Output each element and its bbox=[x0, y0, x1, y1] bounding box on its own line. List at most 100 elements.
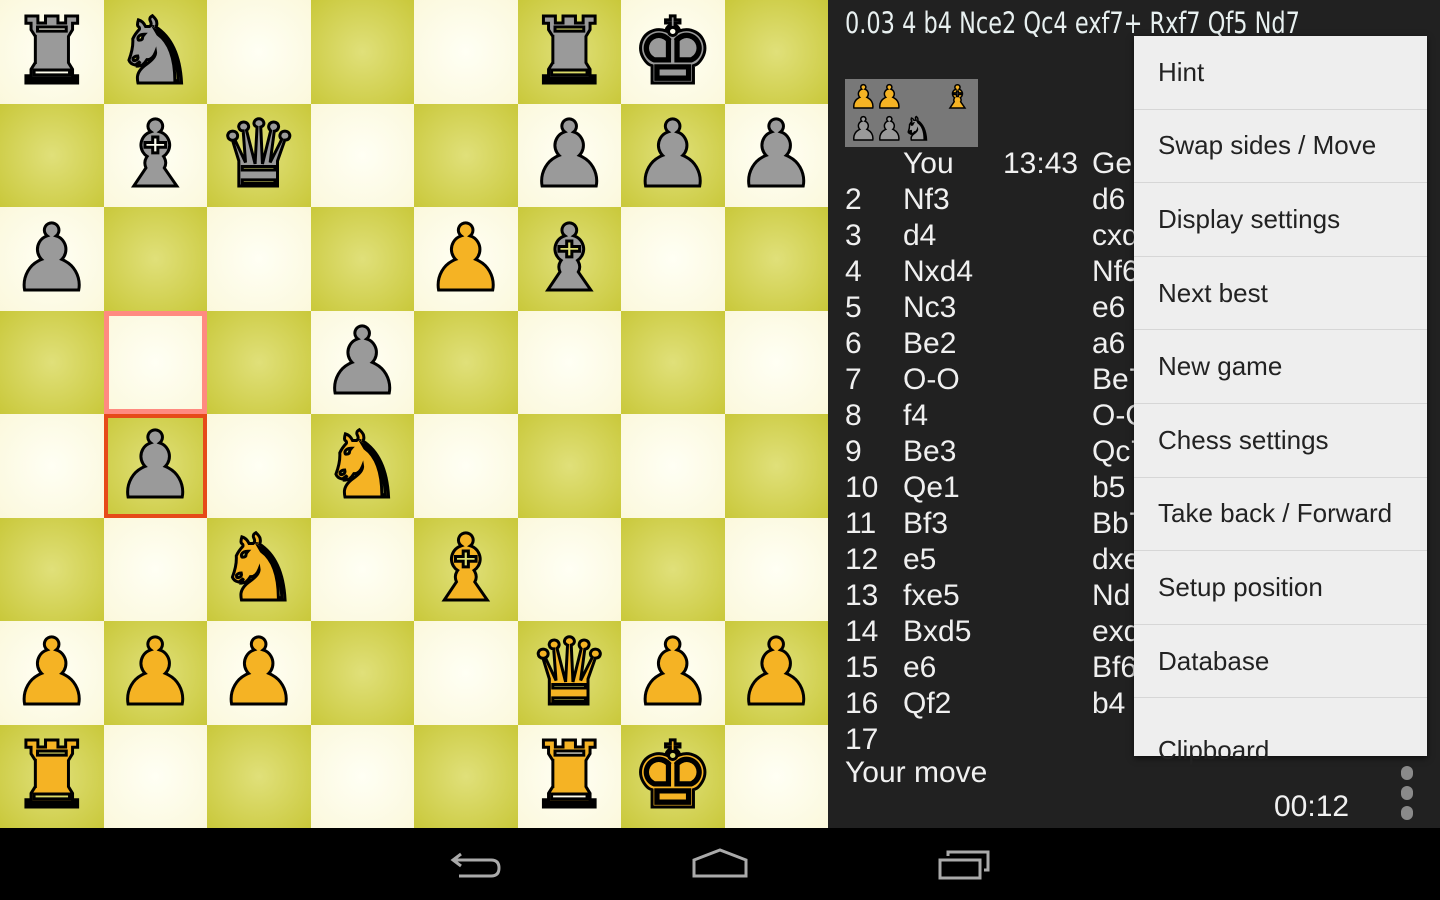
menu-item-clipboard[interactable]: Clipboard bbox=[1134, 698, 1427, 772]
square-h7[interactable]: ♟ bbox=[724, 103, 828, 207]
black-pawn-icon[interactable]: ♟ bbox=[630, 107, 716, 202]
square-b6[interactable] bbox=[103, 207, 207, 311]
black-rook-icon[interactable]: ♜ bbox=[526, 4, 612, 99]
black-rook-icon[interactable]: ♜ bbox=[9, 4, 95, 99]
white-pawn-icon[interactable]: ♟ bbox=[630, 625, 716, 720]
white-pawn-icon[interactable]: ♟ bbox=[112, 625, 198, 720]
black-pawn-icon[interactable]: ♟ bbox=[319, 314, 405, 409]
square-f8[interactable]: ♜ bbox=[517, 0, 621, 104]
square-c8[interactable] bbox=[207, 0, 311, 104]
square-h4[interactable] bbox=[724, 414, 828, 518]
square-a2[interactable]: ♟ bbox=[0, 621, 104, 725]
white-pawn-icon[interactable]: ♟ bbox=[9, 625, 95, 720]
black-queen-icon[interactable]: ♛ bbox=[216, 107, 302, 202]
square-b1[interactable] bbox=[103, 724, 207, 828]
square-e5[interactable] bbox=[414, 310, 518, 414]
square-e7[interactable] bbox=[414, 103, 518, 207]
square-c2[interactable]: ♟ bbox=[207, 621, 311, 725]
square-d4[interactable]: ♞ bbox=[310, 414, 414, 518]
square-c4[interactable] bbox=[207, 414, 311, 518]
square-c7[interactable]: ♛ bbox=[207, 103, 311, 207]
white-pawn-icon[interactable]: ♟ bbox=[733, 625, 819, 720]
square-g5[interactable] bbox=[621, 310, 725, 414]
square-c3[interactable]: ♞ bbox=[207, 517, 311, 621]
square-f5[interactable] bbox=[517, 310, 621, 414]
square-f6[interactable]: ♝ bbox=[517, 207, 621, 311]
square-f3[interactable] bbox=[517, 517, 621, 621]
square-g2[interactable]: ♟ bbox=[621, 621, 725, 725]
square-g1[interactable]: ♚ bbox=[621, 724, 725, 828]
square-a4[interactable] bbox=[0, 414, 104, 518]
white-pawn-icon[interactable]: ♟ bbox=[423, 211, 509, 306]
square-g4[interactable] bbox=[621, 414, 725, 518]
square-c6[interactable] bbox=[207, 207, 311, 311]
square-e4[interactable] bbox=[414, 414, 518, 518]
back-icon[interactable] bbox=[447, 846, 507, 882]
square-f2[interactable]: ♛ bbox=[517, 621, 621, 725]
square-d2[interactable] bbox=[310, 621, 414, 725]
black-knight-icon[interactable]: ♞ bbox=[112, 4, 198, 99]
menu-item-hint[interactable]: Hint bbox=[1134, 36, 1427, 110]
white-pawn-icon[interactable]: ♟ bbox=[216, 625, 302, 720]
square-g8[interactable]: ♚ bbox=[621, 0, 725, 104]
square-e2[interactable] bbox=[414, 621, 518, 725]
square-a5[interactable] bbox=[0, 310, 104, 414]
square-f4[interactable] bbox=[517, 414, 621, 518]
square-a1[interactable]: ♜ bbox=[0, 724, 104, 828]
square-d6[interactable] bbox=[310, 207, 414, 311]
square-b3[interactable] bbox=[103, 517, 207, 621]
square-g6[interactable] bbox=[621, 207, 725, 311]
white-rook-icon[interactable]: ♜ bbox=[526, 728, 612, 823]
menu-item-take-back-forward[interactable]: Take back / Forward bbox=[1134, 478, 1427, 552]
white-knight-icon[interactable]: ♞ bbox=[216, 521, 302, 616]
square-g7[interactable]: ♟ bbox=[621, 103, 725, 207]
square-f1[interactable]: ♜ bbox=[517, 724, 621, 828]
square-b4[interactable]: ♟ bbox=[103, 414, 207, 518]
square-d5[interactable]: ♟ bbox=[310, 310, 414, 414]
square-d8[interactable] bbox=[310, 0, 414, 104]
square-d7[interactable] bbox=[310, 103, 414, 207]
white-bishop-icon[interactable]: ♝ bbox=[423, 521, 509, 616]
square-c1[interactable] bbox=[207, 724, 311, 828]
square-h3[interactable] bbox=[724, 517, 828, 621]
square-b8[interactable]: ♞ bbox=[103, 0, 207, 104]
white-rook-icon[interactable]: ♜ bbox=[9, 728, 95, 823]
square-b5[interactable] bbox=[103, 310, 207, 414]
black-pawn-icon[interactable]: ♟ bbox=[733, 107, 819, 202]
menu-item-next-best[interactable]: Next best bbox=[1134, 257, 1427, 331]
white-knight-icon[interactable]: ♞ bbox=[319, 418, 405, 513]
square-d1[interactable] bbox=[310, 724, 414, 828]
black-bishop-icon[interactable]: ♝ bbox=[526, 211, 612, 306]
square-e8[interactable] bbox=[414, 0, 518, 104]
menu-item-chess-settings[interactable]: Chess settings bbox=[1134, 404, 1427, 478]
recent-apps-icon[interactable] bbox=[934, 846, 994, 882]
square-h6[interactable] bbox=[724, 207, 828, 311]
square-h2[interactable]: ♟ bbox=[724, 621, 828, 725]
black-king-icon[interactable]: ♚ bbox=[630, 4, 716, 99]
square-a6[interactable]: ♟ bbox=[0, 207, 104, 311]
square-e3[interactable]: ♝ bbox=[414, 517, 518, 621]
square-a7[interactable] bbox=[0, 103, 104, 207]
menu-item-swap-sides-move[interactable]: Swap sides / Move bbox=[1134, 110, 1427, 184]
menu-item-setup-position[interactable]: Setup position bbox=[1134, 551, 1427, 625]
square-f7[interactable]: ♟ bbox=[517, 103, 621, 207]
square-h1[interactable] bbox=[724, 724, 828, 828]
menu-item-database[interactable]: Database bbox=[1134, 625, 1427, 699]
square-g3[interactable] bbox=[621, 517, 725, 621]
square-b2[interactable]: ♟ bbox=[103, 621, 207, 725]
square-h8[interactable] bbox=[724, 0, 828, 104]
square-d3[interactable] bbox=[310, 517, 414, 621]
square-e1[interactable] bbox=[414, 724, 518, 828]
menu-item-display-settings[interactable]: Display settings bbox=[1134, 183, 1427, 257]
square-e6[interactable]: ♟ bbox=[414, 207, 518, 311]
square-c5[interactable] bbox=[207, 310, 311, 414]
square-b7[interactable]: ♝ bbox=[103, 103, 207, 207]
square-a3[interactable] bbox=[0, 517, 104, 621]
square-h5[interactable] bbox=[724, 310, 828, 414]
overflow-menu-icon[interactable] bbox=[1400, 766, 1414, 820]
white-king-icon[interactable]: ♚ bbox=[630, 728, 716, 823]
square-a8[interactable]: ♜ bbox=[0, 0, 104, 104]
black-pawn-icon[interactable]: ♟ bbox=[526, 107, 612, 202]
chess-board[interactable]: ♜ ♞ ♜ ♚ ♝ ♛ ♟ ♟ ♟ ♟ ♟ ♝ ♟ ♟ ♞ ♞ ♝ ♟ ♟ ♟ ♛ ♟ ♟ ♜ ♜ ♚ bbox=[0, 0, 828, 828]
menu-item-new-game[interactable]: New game bbox=[1134, 330, 1427, 404]
